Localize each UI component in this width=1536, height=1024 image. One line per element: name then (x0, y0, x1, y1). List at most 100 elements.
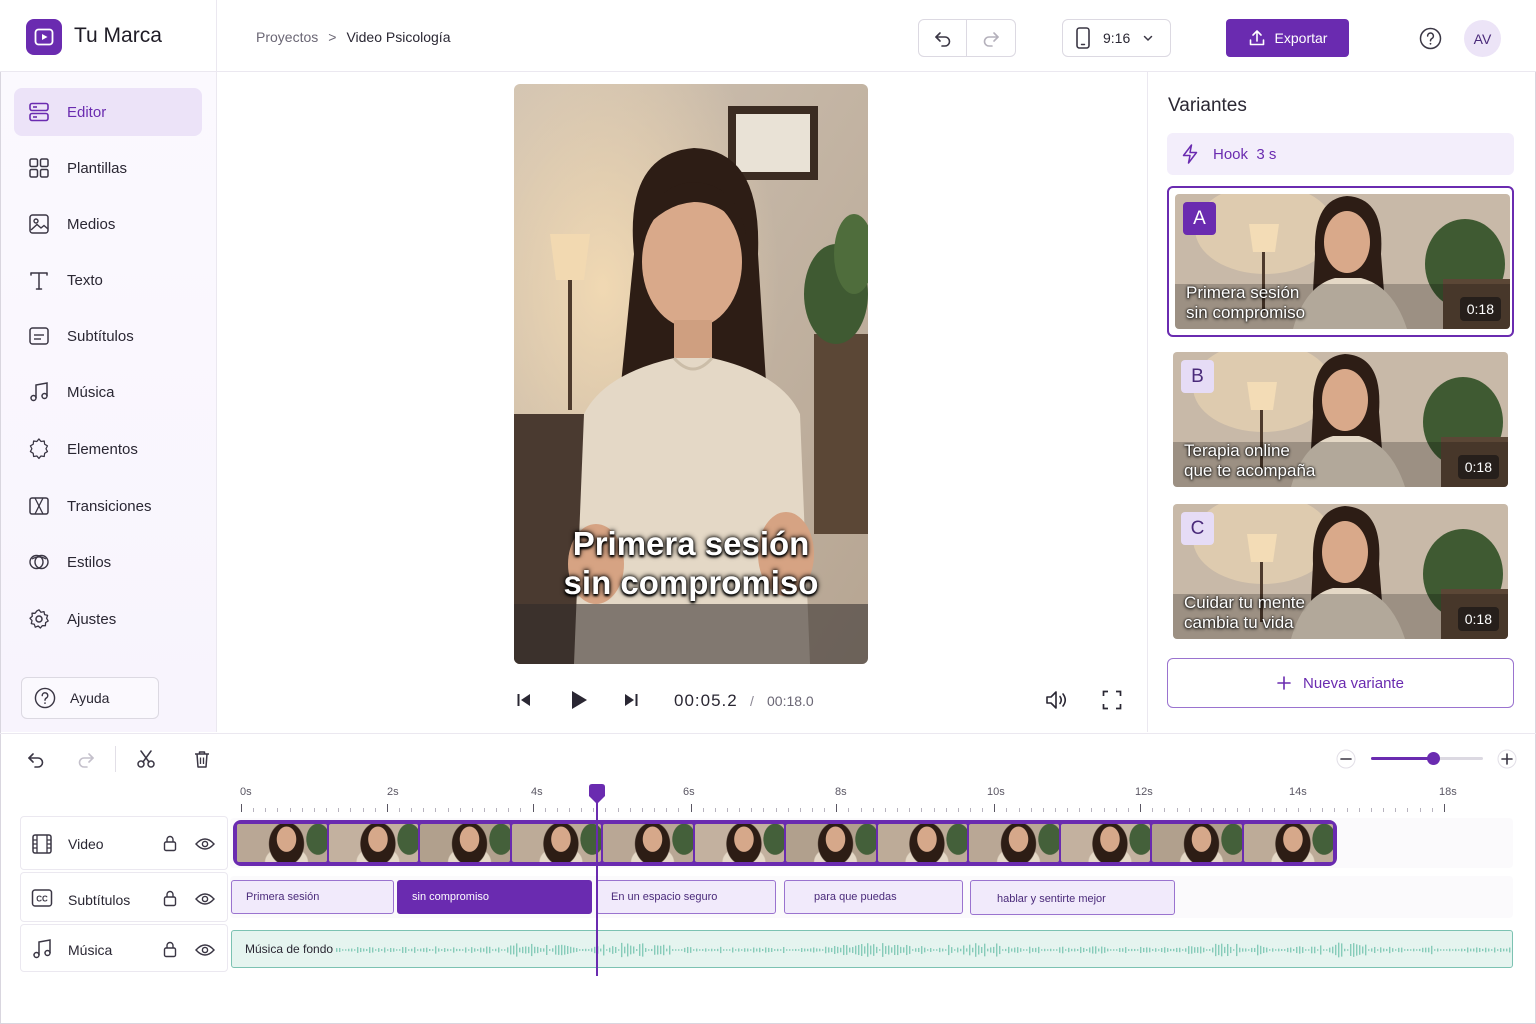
playhead[interactable] (596, 800, 598, 976)
waveform-bar (351, 948, 353, 952)
waveform-bar (669, 945, 671, 955)
variant-card-b[interactable]: B Terapia online que te acompaña 0:18 (1167, 346, 1514, 487)
sidebar-item-text[interactable]: Texto (14, 256, 202, 304)
user-avatar[interactable]: AV (1464, 20, 1501, 57)
zoom-slider-fill (1371, 757, 1433, 760)
new-variant-button[interactable]: Nueva variante (1167, 658, 1514, 708)
waveform-bar (1416, 949, 1418, 951)
waveform-bar (543, 948, 545, 952)
ruler-major-tick (1140, 804, 1141, 812)
sidebar-item-transitions[interactable]: Transiciones (14, 482, 202, 530)
waveform-bar (1320, 945, 1322, 955)
zoom-in-button[interactable] (1497, 749, 1517, 774)
eye-icon[interactable] (195, 837, 215, 851)
subtitle-clip[interactable]: hablar y sentirte mejor (970, 880, 1175, 915)
undo-button[interactable] (919, 20, 968, 56)
lock-icon[interactable] (163, 835, 177, 852)
waveform-bar (516, 943, 518, 957)
timeline-redo-button[interactable] (76, 749, 96, 774)
waveform-bar (969, 944, 971, 956)
subtitle-clip[interactable]: sin compromiso (397, 880, 592, 914)
split-button[interactable] (136, 749, 156, 774)
undo-icon (28, 753, 44, 768)
sidebar-item-templates[interactable]: Plantillas (14, 144, 202, 192)
zoom-slider-handle[interactable] (1426, 752, 1440, 765)
video-clip-frame (1243, 824, 1333, 862)
lightning-icon (1182, 144, 1198, 164)
video-preview[interactable]: Primera sesión sin compromiso (514, 84, 868, 664)
subtitle-clip[interactable]: para que puedas (784, 880, 963, 914)
waveform-bar (1494, 947, 1496, 953)
lock-icon[interactable] (163, 941, 177, 958)
variant-card-c[interactable]: C Cuidar tu mente cambia tu vida 0:18 (1167, 498, 1514, 639)
waveform-bar (1260, 945, 1262, 955)
sidebar-item-editor[interactable]: Editor (14, 88, 202, 136)
ruler-minor-tick (1104, 808, 1105, 812)
waveform-bar (375, 949, 377, 951)
help-button[interactable] (1419, 27, 1442, 55)
ruler-minor-tick (921, 808, 922, 812)
skip-forward-button[interactable] (622, 691, 640, 714)
waveform-bar (363, 948, 365, 952)
variant-card-a[interactable]: A Primera sesión sin compromiso 0:18 (1167, 186, 1514, 337)
fullscreen-button[interactable] (1102, 690, 1122, 715)
subtitle-clip[interactable]: En un espacio seguro (596, 880, 776, 914)
sidebar-item-music[interactable]: Música (14, 368, 202, 416)
waveform-bar (525, 946, 527, 954)
ruler-minor-tick (1031, 808, 1032, 812)
zoom-out-button[interactable] (1336, 749, 1356, 774)
music-clip[interactable]: Música de fondo (231, 930, 1513, 968)
skip-back-button[interactable] (515, 691, 533, 714)
sidebar-item-elements[interactable]: Elementos (14, 425, 202, 473)
breadcrumb-projects-link[interactable]: Proyectos (256, 29, 318, 45)
variant-duration: 0:18 (1459, 297, 1501, 321)
redo-button[interactable] (967, 20, 1015, 56)
waveform-bar (903, 947, 905, 953)
waveform-bar (1110, 949, 1112, 951)
lock-icon[interactable] (163, 890, 177, 907)
hook-filter[interactable]: Hook 3 s (1167, 133, 1514, 175)
zoom-slider[interactable] (1371, 752, 1483, 765)
timeline-undo-button[interactable] (26, 749, 46, 774)
waveform-bar (1413, 948, 1415, 952)
waveform-bar (1401, 947, 1403, 953)
subtitle-clip[interactable]: Primera sesión (231, 880, 394, 914)
eye-icon[interactable] (195, 892, 215, 906)
play-button[interactable] (568, 689, 590, 716)
ruler-minor-tick (1237, 808, 1238, 812)
waveform-bar (702, 949, 704, 951)
ruler-minor-tick (326, 808, 327, 812)
volume-button[interactable] (1044, 688, 1070, 717)
sidebar-item-subtitles[interactable]: Subtítulos (14, 312, 202, 360)
waveform-bar (921, 946, 923, 954)
waveform-bar (1398, 947, 1400, 953)
waveform (336, 942, 1511, 958)
sidebar-item-settings[interactable]: Ajustes (14, 595, 202, 643)
waveform-bar (657, 945, 659, 955)
waveform-bar (459, 948, 461, 952)
video-clip[interactable] (233, 820, 1337, 866)
waveform-bar (1014, 947, 1016, 953)
waveform-bar (909, 946, 911, 954)
ruler-major-tick (387, 804, 388, 812)
eye-icon[interactable] (195, 943, 215, 957)
waveform-bar (942, 948, 944, 952)
timeline-ruler[interactable]: 0s 2s 4s 6s 8s 10s 12s 14s 18s (228, 786, 1518, 816)
aspect-ratio-select[interactable]: 9:16 (1062, 19, 1171, 57)
ruler-minor-tick (545, 808, 546, 812)
waveform-bar (882, 943, 884, 957)
variant-caption-line-1: Primera sesión (1186, 283, 1300, 302)
ruler-minor-tick (715, 808, 716, 812)
sidebar-item-styles[interactable]: Estilos (14, 538, 202, 586)
playhead-handle[interactable] (587, 784, 607, 806)
waveform-bar (813, 947, 815, 953)
help-icon (1419, 27, 1442, 50)
ruler-label: 0s (240, 786, 252, 798)
delete-button[interactable] (192, 749, 212, 774)
ruler-minor-tick (1371, 808, 1372, 812)
export-button[interactable]: Exportar (1226, 19, 1349, 57)
ruler-minor-tick (618, 808, 619, 812)
help-sidebar-button[interactable]: Ayuda (21, 677, 159, 719)
waveform-bar (1482, 948, 1484, 952)
sidebar-item-media[interactable]: Medios (14, 200, 202, 248)
